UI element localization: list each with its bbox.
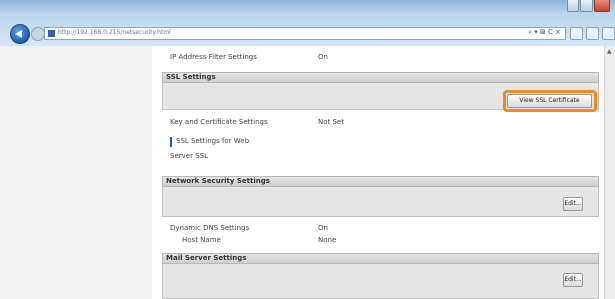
- browser-chrome: http://192.168.0.215/netsecurity.html ⌕ …: [0, 0, 615, 46]
- home-icon[interactable]: [570, 27, 583, 40]
- ip-filter-label: IP Address Filter Settings: [170, 53, 257, 61]
- settings-content: IP Address Filter Settings On SSL Settin…: [152, 46, 604, 299]
- ip-filter-value: On: [318, 53, 328, 61]
- host-name-value: None: [318, 236, 337, 244]
- network-security-body: [162, 187, 599, 217]
- dynamic-dns-label: Dynamic DNS Settings: [170, 224, 250, 232]
- ssl-section-header: SSL Settings: [162, 72, 599, 83]
- dynamic-dns-value: On: [318, 224, 328, 232]
- maximize-button[interactable]: [580, 0, 593, 12]
- address-tools[interactable]: ⌕ ▾ ⊠ C ×: [528, 28, 561, 37]
- favorites-icon[interactable]: [586, 27, 599, 40]
- address-bar[interactable]: http://192.168.0.215/netsecurity.html ⌕ …: [44, 27, 566, 40]
- view-ssl-certificate-button[interactable]: View SSL Certificate: [507, 94, 592, 108]
- edit-mail-server-button[interactable]: Edit...: [563, 273, 583, 287]
- mail-server-body: [162, 264, 599, 299]
- forward-arrow-icon[interactable]: [31, 27, 45, 41]
- url-text: http://192.168.0.215/netsecurity.html: [58, 29, 171, 36]
- server-ssl-label: Server SSL: [170, 152, 208, 160]
- edit-network-security-button[interactable]: Edit...: [563, 197, 583, 211]
- vertical-scrollbar[interactable]: [604, 46, 615, 299]
- key-certificate-value: Not Set: [318, 118, 344, 126]
- host-name-label: Host Name: [182, 236, 221, 244]
- site-favicon-icon: [48, 30, 55, 37]
- browser-toolbar: [570, 27, 615, 40]
- window-controls: [567, 0, 611, 18]
- ssl-web-item: SSL Settings for Web: [176, 137, 250, 145]
- network-security-header: Network Security Settings: [162, 176, 599, 187]
- scroll-up-arrow-icon[interactable]: ▲: [607, 48, 612, 55]
- tools-icon[interactable]: [602, 27, 615, 40]
- minimize-button[interactable]: [567, 0, 580, 12]
- mail-server-header: Mail Server Settings: [162, 253, 599, 264]
- key-certificate-label: Key and Certificate Settings: [170, 118, 268, 126]
- close-button[interactable]: [593, 0, 610, 12]
- left-sidebar: [0, 46, 152, 299]
- back-arrow-icon[interactable]: [10, 24, 30, 44]
- section-marker: [170, 137, 172, 147]
